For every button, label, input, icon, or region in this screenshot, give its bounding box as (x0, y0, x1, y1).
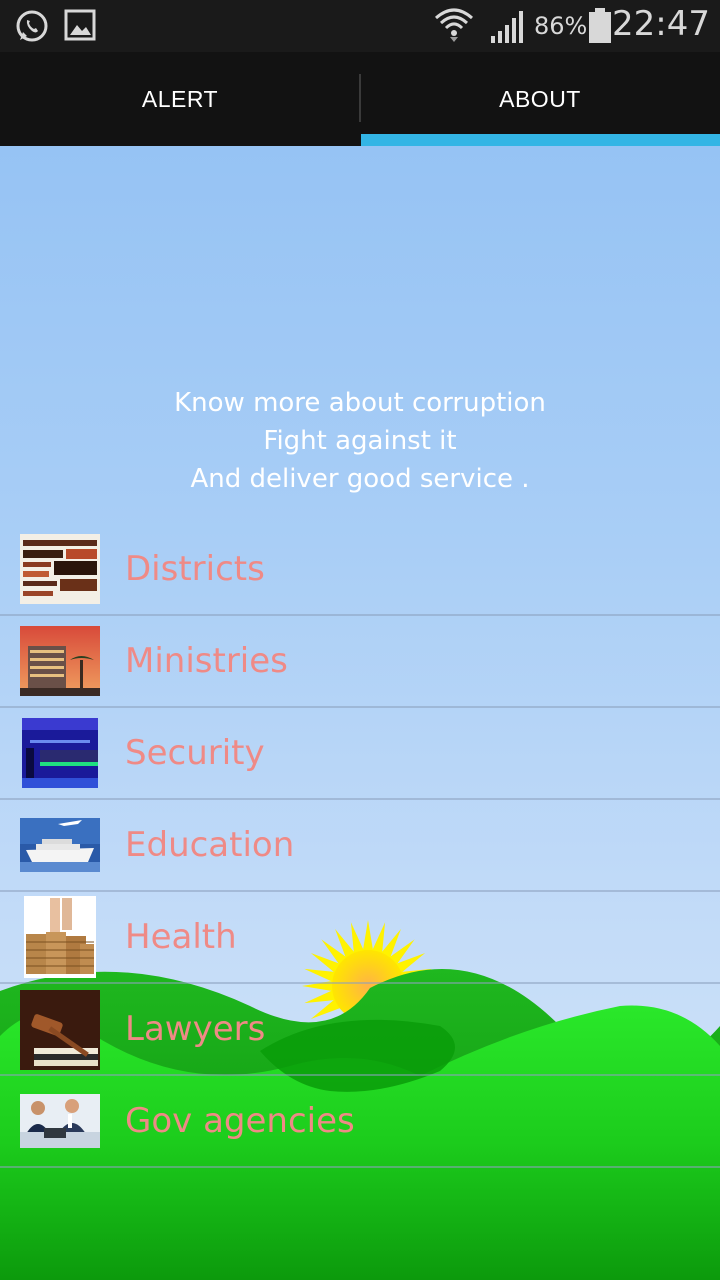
about-line-2: Fight against it (263, 426, 457, 456)
about-line-3: And deliver good service . (190, 464, 530, 494)
list-item-label: Education (125, 825, 295, 865)
list-item-label: Gov agencies (125, 1101, 355, 1141)
gavel-thumbnail (20, 990, 100, 1070)
list-item-label: Lawyers (125, 1009, 266, 1049)
clock: 22:47 (612, 4, 710, 44)
list-item-gov-agencies[interactable]: Gov agencies (0, 1076, 720, 1168)
tab-about[interactable]: ABOUT (360, 52, 720, 146)
list-item-health[interactable]: Health (0, 892, 720, 984)
about-line-1: Know more about corruption (174, 388, 546, 418)
category-list: Districts Ministries Security Education … (0, 524, 720, 1168)
signal-icon (490, 10, 526, 48)
list-item-districts[interactable]: Districts (0, 524, 720, 616)
battery-percent: 86% (534, 12, 588, 40)
list-item-label: Districts (125, 549, 265, 589)
list-item-label: Security (125, 733, 265, 773)
building-thumbnail (20, 626, 100, 696)
gallery-icon (64, 8, 96, 46)
tab-bar: ALERT ABOUT (0, 52, 720, 146)
about-page[interactable]: Know more about corruption Fight against… (0, 146, 720, 1280)
list-item-ministries[interactable]: Ministries (0, 616, 720, 708)
list-item-security[interactable]: Security (0, 708, 720, 800)
tab-alert[interactable]: ALERT (0, 52, 360, 146)
cruise-ship-thumbnail (20, 810, 100, 880)
selected-tab-indicator (361, 134, 720, 146)
coin-stacks-thumbnail (20, 896, 100, 978)
whatsapp-icon (14, 8, 50, 48)
office-workers-thumbnail (20, 1094, 100, 1148)
battery-icon (588, 8, 612, 48)
bar-interior-thumbnail (20, 718, 100, 788)
about-description: Know more about corruption Fight against… (0, 384, 720, 498)
list-item-education[interactable]: Education (0, 800, 720, 892)
status-bar: 86% 22:47 (0, 0, 720, 52)
word-cloud-thumbnail (20, 534, 100, 604)
list-item-label: Ministries (125, 641, 288, 681)
list-item-label: Health (125, 917, 237, 957)
list-item-lawyers[interactable]: Lawyers (0, 984, 720, 1076)
wifi-icon (434, 6, 474, 48)
